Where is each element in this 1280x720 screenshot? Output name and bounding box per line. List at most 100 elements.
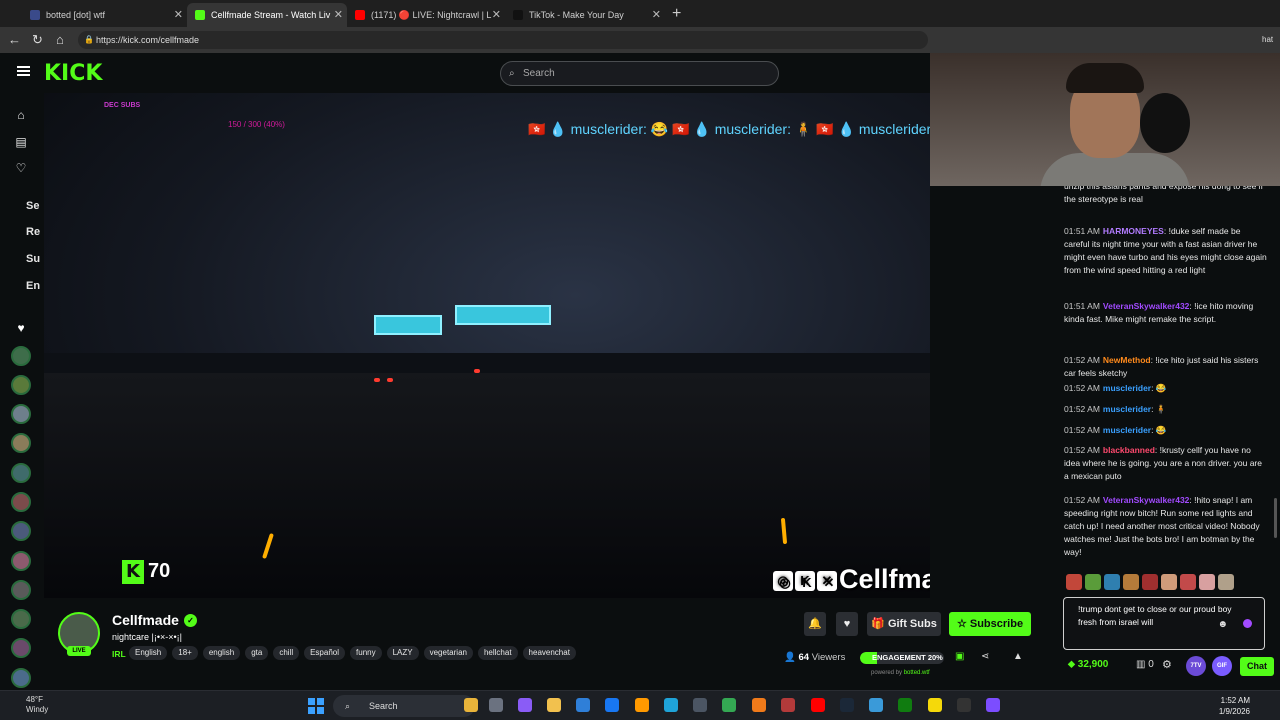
following-heart-icon[interactable]: ♡ <box>14 161 28 175</box>
sidebar-label-1[interactable]: Se <box>26 200 39 212</box>
sidebar-label-4[interactable]: En <box>26 280 40 292</box>
tab-botted[interactable]: botted [dot] wtf ✕ <box>22 3 187 27</box>
copilot-icon[interactable] <box>518 698 532 712</box>
followed-channel-avatar[interactable] <box>11 551 31 571</box>
followed-channel-avatar[interactable] <box>11 609 31 629</box>
obs-icon[interactable] <box>957 698 971 712</box>
calculator-icon[interactable] <box>693 698 707 712</box>
kick-emote-icon[interactable] <box>1243 619 1252 628</box>
stream-tag[interactable]: 18+ <box>172 646 198 660</box>
menu-icon[interactable] <box>17 66 30 76</box>
emote[interactable] <box>1123 574 1139 590</box>
stream-category[interactable]: IRL <box>112 649 126 659</box>
chat-scrollbar[interactable] <box>1274 498 1277 538</box>
emote[interactable] <box>1218 574 1234 590</box>
stream-tag[interactable]: heavenchat <box>522 646 576 660</box>
home-icon[interactable]: ⌂ <box>14 108 28 122</box>
streamer-name[interactable]: Cellfmade <box>112 612 179 628</box>
stream-tag[interactable]: chill <box>273 646 300 660</box>
chat-username[interactable]: VeteranSkywalker432 <box>1103 301 1189 311</box>
stream-tag[interactable]: english <box>202 646 241 660</box>
reload-icon[interactable]: ↻ <box>32 32 43 48</box>
stream-tag[interactable]: funny <box>350 646 382 660</box>
chat-username[interactable]: VeteranSkywalker432 <box>1103 495 1189 505</box>
amazon-icon[interactable] <box>635 698 649 712</box>
system-clock[interactable]: 1:52 AM 1/9/2026 <box>1210 695 1250 717</box>
tab-tiktok[interactable]: TikTok - Make Your Day ✕ <box>505 3 665 27</box>
channel-points[interactable]: ⬥ 32,900 <box>1068 659 1108 670</box>
emote[interactable] <box>1180 574 1196 590</box>
app-icon[interactable] <box>869 698 883 712</box>
emote[interactable] <box>1161 574 1177 590</box>
followed-channel-avatar[interactable] <box>11 492 31 512</box>
task-view-icon[interactable] <box>489 698 503 712</box>
notification-bell-button[interactable]: 🔔 <box>804 612 826 636</box>
close-icon[interactable]: ✕ <box>492 8 501 21</box>
xbox-icon[interactable] <box>898 698 912 712</box>
rewards-count[interactable]: ▥ 0 <box>1136 659 1154 670</box>
back-icon[interactable]: ← <box>8 32 21 47</box>
folder-icon[interactable] <box>464 698 478 712</box>
followed-channel-avatar[interactable] <box>11 375 31 395</box>
edge-icon[interactable] <box>664 698 678 712</box>
report-icon[interactable]: ▲ <box>1013 651 1023 662</box>
chart-icon[interactable]: ▣ <box>955 651 964 662</box>
followed-channel-avatar[interactable] <box>11 668 31 688</box>
chat-username[interactable]: NewMethod <box>1103 355 1151 365</box>
gear-icon[interactable]: ⚙ <box>1162 658 1172 671</box>
steam-icon[interactable] <box>840 698 854 712</box>
close-icon[interactable]: ✕ <box>174 8 183 21</box>
url-field[interactable]: 🔒 https://kick.com/cellfmade <box>78 31 928 49</box>
sidebar-label-2[interactable]: Re <box>26 226 40 238</box>
emoji-icon[interactable]: ☻ <box>1217 618 1228 631</box>
file-explorer-icon[interactable] <box>547 698 561 712</box>
new-tab-icon[interactable]: + <box>672 5 681 23</box>
weather-widget[interactable]: 48°F Windy <box>26 695 48 715</box>
tab-youtube[interactable]: (1171) 🔴 LIVE: Nightcrawl | L ✕ <box>347 3 505 27</box>
kick-logo[interactable]: KICK <box>44 61 102 86</box>
stream-tag[interactable]: English <box>129 646 168 660</box>
emote[interactable] <box>1142 574 1158 590</box>
chat-username[interactable]: blackbanned <box>1103 445 1155 455</box>
chat-username[interactable]: musclerider <box>1103 404 1151 414</box>
windows-start-icon[interactable] <box>308 698 324 714</box>
tab-cellfmade[interactable]: Cellfmade Stream - Watch Liv ✕ <box>187 3 347 27</box>
store-icon[interactable] <box>576 698 590 712</box>
powered-site[interactable]: botted.wtf <box>904 670 930 676</box>
taskbar-search[interactable]: ⌕ Search <box>333 695 475 717</box>
subscribe-button[interactable]: ☆ Subscribe <box>949 612 1031 636</box>
7tv-badge[interactable]: 7TV <box>1186 656 1206 676</box>
youtube-icon[interactable] <box>811 698 825 712</box>
browse-icon[interactable]: ▤ <box>14 135 28 149</box>
followed-channel-avatar[interactable] <box>11 404 31 424</box>
home-icon[interactable]: ⌂ <box>56 32 64 47</box>
followed-channel-avatar[interactable] <box>11 638 31 658</box>
chat-username[interactable]: musclerider <box>1103 425 1151 435</box>
app-icon[interactable] <box>986 698 1000 712</box>
stream-tag[interactable]: gta <box>245 646 269 660</box>
follow-heart-button[interactable]: ♥ <box>836 612 858 636</box>
chat-input[interactable]: !trump dont get to close or our proud bo… <box>1063 597 1265 650</box>
video-player[interactable]: DEC SUBS 150 / 300 (40%) 🇭🇰 💧 muscleride… <box>44 93 930 598</box>
close-icon[interactable]: ✕ <box>334 8 343 21</box>
stream-tag[interactable]: vegetarian <box>423 646 473 660</box>
stream-tag[interactable]: hellchat <box>477 646 518 660</box>
app-icon[interactable] <box>781 698 795 712</box>
gift-subs-button[interactable]: 🎁 Gift Subs <box>867 612 941 636</box>
chat-send-button[interactable]: Chat <box>1240 657 1274 676</box>
share-icon[interactable]: ⋖ <box>981 651 989 662</box>
chat-username[interactable]: HARMONEYES <box>1103 226 1164 236</box>
close-icon[interactable]: ✕ <box>652 8 661 21</box>
emote[interactable] <box>1104 574 1120 590</box>
chat-username[interactable]: musclerider <box>1103 383 1151 393</box>
chrome-icon[interactable] <box>722 698 736 712</box>
vlc-icon[interactable] <box>752 698 766 712</box>
emote[interactable] <box>1066 574 1082 590</box>
followed-channel-avatar[interactable] <box>11 346 31 366</box>
sidebar-label-3[interactable]: Su <box>26 253 40 265</box>
stream-tag[interactable]: Español <box>304 646 346 660</box>
search-input[interactable]: ⌕ Search <box>500 61 779 86</box>
followed-channel-avatar[interactable] <box>11 580 31 600</box>
followed-channel-avatar[interactable] <box>11 521 31 541</box>
followed-channel-avatar[interactable] <box>11 463 31 483</box>
